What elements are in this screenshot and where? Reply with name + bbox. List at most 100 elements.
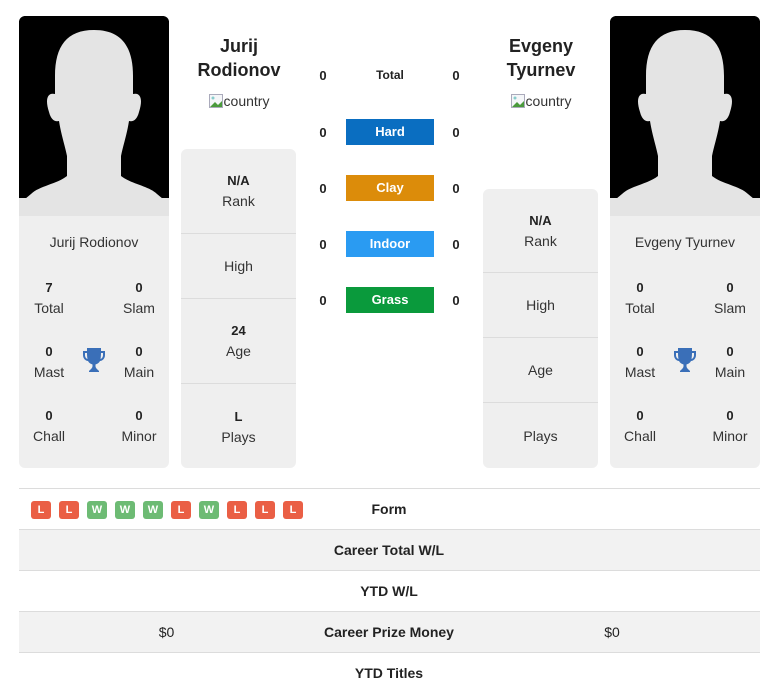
avatar-silhouette-icon (19, 16, 169, 216)
row-label: Form (371, 501, 407, 517)
stat-label: Main (123, 364, 155, 380)
stat-label: Slam (714, 300, 746, 316)
player2-mast-titles: 0 Mast (610, 342, 670, 382)
player1-age: 24 Age (181, 299, 296, 384)
flag-alt-text: country (525, 93, 572, 109)
player2-age: Age (483, 338, 598, 403)
table-row-career-prize-money: $0 Career Prize Money $0 (19, 612, 760, 653)
player1-form-badges: LLWWWLWLLL (31, 501, 303, 519)
form-badge-win[interactable]: W (115, 501, 135, 519)
player2-country-flag: country (481, 93, 601, 109)
stat-label: Minor (712, 428, 748, 444)
player2-first-name: Evgeny (508, 36, 574, 56)
player1-slam-titles: 0 Slam (109, 278, 169, 318)
player2-minor-titles: 0 Minor (700, 406, 760, 446)
surface-badge-indoor[interactable]: Indoor (346, 231, 434, 257)
player1-rank: N/A Rank (181, 149, 296, 234)
stat-label: Main (714, 364, 746, 380)
player1-card: Jurij Rodionov 7 Total 0 Slam 0 Mast 0 M… (19, 16, 169, 468)
stat-label: Slam (123, 300, 155, 316)
surface-badge-hard[interactable]: Hard (346, 119, 434, 145)
player1-chall-titles: 0 Chall (19, 406, 79, 446)
table-row-ytd-titles: YTD Titles (19, 653, 760, 694)
stat-value: 0 (636, 408, 644, 423)
player2-info-panel: N/A Rank High Age Plays (483, 189, 598, 468)
form-badge-loss[interactable]: L (31, 501, 51, 519)
player2-plays: Plays (483, 403, 598, 468)
row-left-value: $0 (158, 624, 175, 640)
player1-last-name: Rodionov (197, 60, 281, 80)
flag-alt-text: country (223, 93, 270, 109)
stat-label: Total (625, 300, 655, 316)
player1-country-flag: country (179, 93, 299, 109)
player2-last-name: Tyurnev (506, 60, 576, 80)
info-label: High (526, 297, 555, 313)
form-badge-win[interactable]: W (199, 501, 219, 519)
player2-chall-titles: 0 Chall (610, 406, 670, 446)
info-value: N/A (529, 212, 552, 228)
player1-name[interactable]: Jurij Rodionov (19, 234, 169, 250)
info-label: Plays (221, 428, 256, 445)
stat-value: 0 (726, 344, 734, 359)
form-badge-loss[interactable]: L (283, 501, 303, 519)
info-label: Age (226, 343, 251, 359)
player1-first-name: Jurij (219, 36, 258, 56)
h2h-right-count: 0 (452, 181, 460, 196)
row-label: Career Total W/L (333, 542, 445, 558)
table-row-form: LLWWWLWLLL Form (19, 489, 760, 530)
player1-main-titles: 0 Main (109, 342, 169, 382)
form-badge-win[interactable]: W (143, 501, 163, 519)
h2h-row-total: 0 Total 0 (300, 62, 480, 90)
h2h-row-indoor: 0 Indoor 0 (300, 231, 480, 259)
form-badge-loss[interactable]: L (255, 501, 275, 519)
player1-minor-titles: 0 Minor (109, 406, 169, 446)
form-badge-loss[interactable]: L (171, 501, 191, 519)
table-row-ytd-wl: YTD W/L (19, 571, 760, 612)
form-badge-loss[interactable]: L (227, 501, 247, 519)
stat-label: Minor (121, 428, 157, 444)
player1-plays: L Plays (181, 384, 296, 468)
h2h-right-count: 0 (452, 237, 460, 252)
surface-badge-grass[interactable]: Grass (346, 287, 434, 313)
h2h-row-hard: 0 Hard 0 (300, 119, 480, 147)
trophy-icon (83, 348, 105, 372)
player1-total-titles: 7 Total (19, 278, 79, 318)
form-badge-loss[interactable]: L (59, 501, 79, 519)
stat-value: 0 (726, 408, 734, 423)
row-right-value: $0 (604, 624, 620, 640)
info-value: L (234, 408, 243, 424)
form-badge-win[interactable]: W (87, 501, 107, 519)
stat-value: 0 (135, 344, 143, 359)
h2h-left-count: 0 (319, 125, 327, 140)
broken-image-icon (208, 94, 223, 108)
player2-high: High (483, 273, 598, 338)
player2-name[interactable]: Evgeny Tyurnev (610, 234, 760, 250)
surface-badge-clay[interactable]: Clay (346, 175, 434, 201)
h2h-left-count: 0 (319, 68, 327, 83)
stat-label: Chall (624, 428, 656, 444)
player2-heading[interactable]: Evgeny Tyurnev (481, 34, 601, 82)
stat-value: 0 (636, 280, 644, 295)
player2-slam-titles: 0 Slam (700, 278, 760, 318)
info-value: 24 (231, 323, 246, 338)
stat-value: 0 (636, 344, 644, 359)
player2-avatar[interactable] (610, 16, 760, 216)
row-label: YTD W/L (360, 583, 418, 599)
player1-avatar[interactable] (19, 16, 169, 216)
player1-info-panel: N/A Rank High 24 Age L Plays (181, 149, 296, 468)
info-value: N/A (227, 173, 250, 188)
h2h-row-grass: 0 Grass 0 (300, 287, 480, 315)
stat-label: Chall (33, 428, 65, 444)
comparison-table: LLWWWLWLLL Form Career Total W/L YTD W/L… (19, 488, 760, 694)
h2h-left-count: 0 (319, 181, 327, 196)
stat-label: Mast (624, 364, 656, 380)
stat-value: 7 (45, 280, 53, 295)
info-label: Plays (523, 427, 558, 444)
stat-value: 0 (135, 408, 143, 423)
player1-heading[interactable]: Jurij Rodionov (179, 34, 299, 82)
info-label: Rank (524, 232, 557, 249)
info-label: High (224, 258, 253, 274)
info-label: Rank (222, 193, 255, 209)
row-label: Career Prize Money (324, 624, 454, 640)
avatar-silhouette-icon (610, 16, 760, 216)
